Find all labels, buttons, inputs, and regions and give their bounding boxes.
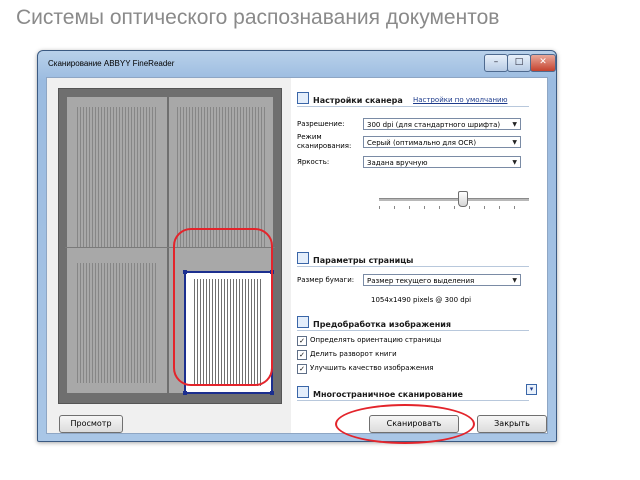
title-bar: Сканирование ABBYY FineReader – □ ✕ bbox=[38, 51, 556, 77]
checkbox[interactable]: ✓ bbox=[297, 364, 307, 374]
slide-title: Системы оптического распознавания докуме… bbox=[16, 6, 500, 29]
default-settings-link[interactable]: Настройки по умолчанию bbox=[413, 96, 507, 104]
multipage-heading[interactable]: Многостраничное сканирование bbox=[297, 386, 529, 401]
preprocessing-heading: Предобработка изображения bbox=[297, 316, 529, 331]
highlight-oval-scan-button bbox=[335, 404, 475, 444]
book-page-left bbox=[67, 97, 167, 393]
resolution-label: Разрешение: bbox=[297, 120, 345, 128]
paper-size-label: Размер бумаги: bbox=[297, 276, 355, 284]
pixels-readout: 1054x1490 pixels @ 300 dpi bbox=[371, 296, 472, 304]
brightness-select[interactable]: Задана вручную ▼ bbox=[363, 156, 521, 168]
page-settings-heading: Параметры страницы bbox=[297, 252, 529, 267]
dialog-client: Настройки сканера Настройки по умолчанию… bbox=[46, 77, 548, 434]
checkbox[interactable]: ✓ bbox=[297, 350, 307, 360]
scan-dialog: Сканирование ABBYY FineReader – □ ✕ Наст… bbox=[37, 50, 557, 442]
maximize-button[interactable]: □ bbox=[507, 54, 531, 72]
multipage-icon bbox=[297, 386, 309, 398]
image-preprocessing-icon bbox=[297, 316, 309, 328]
chevron-down-icon[interactable]: ▾ bbox=[526, 384, 537, 395]
window-title: Сканирование ABBYY FineReader bbox=[48, 59, 175, 68]
minimize-button[interactable]: – bbox=[484, 54, 508, 72]
scanner-icon bbox=[297, 92, 309, 104]
resolution-select[interactable]: 300 dpi (для стандартного шрифта) ▼ bbox=[363, 118, 521, 130]
mode-select[interactable]: Серый (оптимально для OCR) ▼ bbox=[363, 136, 521, 148]
close-button[interactable]: Закрыть bbox=[477, 415, 547, 433]
paper-size-select[interactable]: Размер текущего выделения ▼ bbox=[363, 274, 521, 286]
option-orientation[interactable]: ✓ Определять ориентацию страницы bbox=[297, 336, 441, 346]
page-settings-icon bbox=[297, 252, 309, 264]
slider-ticks bbox=[379, 206, 529, 209]
option-enhance-image[interactable]: ✓ Улучшить качество изображения bbox=[297, 364, 433, 374]
highlight-oval-selection bbox=[173, 228, 273, 386]
checkbox[interactable]: ✓ bbox=[297, 336, 307, 346]
brightness-label: Яркость: bbox=[297, 158, 330, 166]
option-split-spread[interactable]: ✓ Делить разворот книги bbox=[297, 350, 397, 360]
preview-button[interactable]: Просмотр bbox=[59, 415, 123, 433]
brightness-slider-thumb[interactable] bbox=[457, 191, 468, 207]
mode-label: Режим сканирования: bbox=[297, 133, 352, 150]
settings-panel: Настройки сканера Настройки по умолчанию… bbox=[291, 78, 547, 433]
brightness-slider-track[interactable] bbox=[379, 198, 529, 201]
close-window-button[interactable]: ✕ bbox=[530, 54, 556, 72]
